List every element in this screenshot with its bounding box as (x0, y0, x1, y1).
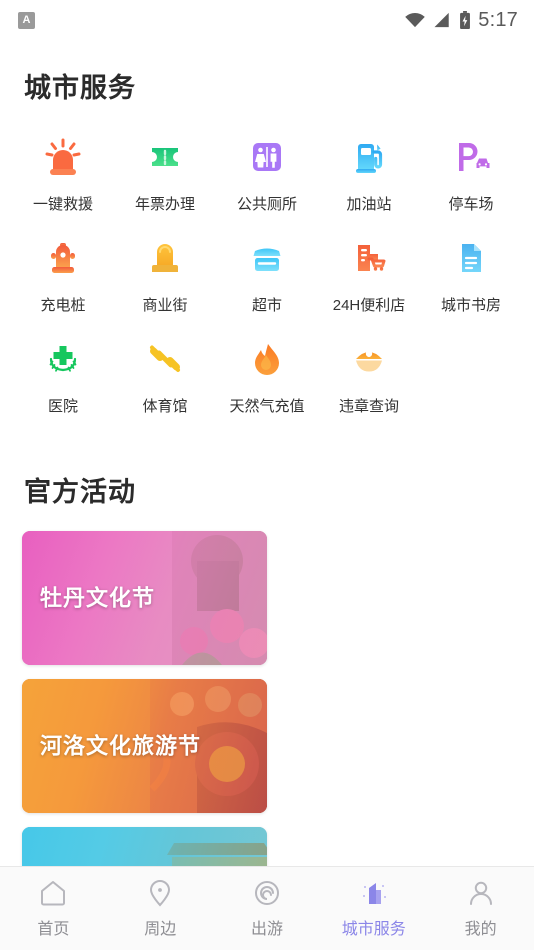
flame-icon (255, 344, 279, 375)
status-bar-right: 5:17 (404, 9, 518, 32)
service-label: 加油站 (346, 196, 392, 213)
tab-label: 我的 (464, 921, 497, 938)
service-item-charging-pile[interactable]: 充电桩 (12, 228, 114, 325)
tab-label: 出游 (250, 921, 283, 938)
service-item-placeholder (420, 329, 522, 426)
card-title: 牡丹文化节 (40, 585, 156, 611)
siren-icon (45, 138, 81, 175)
tab-label: 城市服务 (341, 921, 406, 938)
service-label: 体育馆 (142, 398, 188, 415)
tab-nearby[interactable]: 周边 (107, 878, 214, 939)
service-item-commercial-street[interactable]: 商业街 (114, 228, 216, 325)
service-label: 医院 (47, 398, 78, 415)
signal-icon (434, 12, 449, 28)
map-pin-icon (150, 880, 171, 907)
service-label: 商业街 (142, 297, 188, 314)
service-label: 停车场 (448, 196, 494, 213)
status-bar: A 5:17 (0, 0, 534, 40)
medical-cross-icon (49, 346, 77, 372)
tab-label: 周边 (144, 921, 177, 938)
app-screen: A 5:17 城市服务 一键救援 年票办理 公共厕所 加油站 停车场 充电桩 商… (0, 0, 534, 950)
service-label: 公共厕所 (236, 196, 297, 213)
home-icon (41, 881, 66, 906)
service-label: 城市书房 (440, 297, 501, 314)
buildings-icon (362, 883, 386, 904)
hydrant-icon (51, 243, 75, 273)
police-cap-icon (356, 349, 382, 372)
service-label: 年票办理 (134, 196, 195, 213)
service-item-annual-ticket[interactable]: 年票办理 (114, 127, 216, 224)
restroom-icon (253, 143, 281, 171)
service-label: 天然气充值 (229, 398, 305, 415)
convenience-store-icon (358, 245, 386, 271)
service-item-supermarket[interactable]: 超市 (216, 228, 318, 325)
service-item-violation-inquiry[interactable]: 违章查询 (318, 329, 420, 426)
status-bar-time: 5:17 (478, 8, 518, 31)
service-item-rescue[interactable]: 一键救援 (12, 127, 114, 224)
status-bar-left: A (18, 11, 35, 29)
card-title: 河洛文化旅游节 (40, 733, 202, 759)
document-icon (462, 244, 481, 272)
tab-home[interactable]: 首页 (0, 878, 107, 939)
gas-pump-icon (356, 144, 383, 173)
service-label: 超市 (251, 297, 282, 314)
spiral-icon (254, 881, 279, 905)
activity-card-heluo-festival[interactable]: 河洛文化旅游节 (22, 679, 267, 813)
ticket-icon (152, 148, 178, 166)
bottom-navigation: 首页 周边 出游 城市服务 我的 (0, 866, 534, 950)
service-label: 充电桩 (40, 297, 86, 314)
service-item-convenience-store[interactable]: 24H便利店 (318, 228, 420, 325)
tab-travel[interactable]: 出游 (214, 878, 321, 939)
wifi-icon (405, 12, 426, 28)
service-item-gymnasium[interactable]: 体育馆 (114, 329, 216, 426)
parking-icon (459, 143, 490, 171)
service-item-gas-station[interactable]: 加油站 (318, 127, 420, 224)
activities-title: 官方活动 (24, 477, 136, 507)
service-grid: 一键救援 年票办理 公共厕所 加油站 停车场 充电桩 商业街 超市 24H便利店… (0, 105, 534, 426)
service-item-hospital[interactable]: 医院 (12, 329, 114, 426)
service-item-public-restroom[interactable]: 公共厕所 (216, 127, 318, 224)
shopping-bag-icon (152, 244, 178, 272)
store-icon (253, 248, 281, 271)
service-label: 一键救援 (32, 196, 93, 213)
service-label: 24H便利店 (332, 297, 406, 314)
service-label: 违章查询 (338, 398, 399, 415)
person-icon (469, 881, 492, 905)
dumbbell-icon (150, 345, 180, 372)
tab-label: 首页 (37, 921, 70, 938)
service-item-city-library[interactable]: 城市书房 (420, 228, 522, 325)
service-item-gas-recharge[interactable]: 天然气充值 (216, 329, 318, 426)
page-title: 城市服务 (24, 73, 136, 103)
service-item-parking[interactable]: 停车场 (420, 127, 522, 224)
app-badge-icon: A (18, 11, 35, 29)
tab-city-services[interactable]: 城市服务 (320, 878, 427, 939)
activity-card-peony-festival[interactable]: 牡丹文化节 (22, 531, 267, 665)
battery-icon (460, 10, 471, 29)
tab-profile[interactable]: 我的 (427, 878, 534, 939)
